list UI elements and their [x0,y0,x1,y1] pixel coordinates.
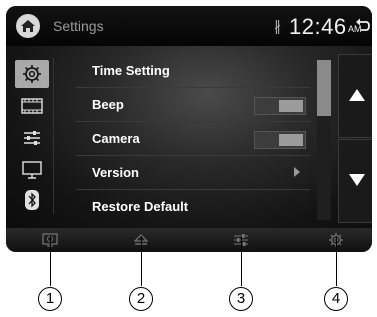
callout-number-1: 1 [38,287,62,311]
gear-icon [23,65,41,83]
menu-item-label: Restore Default [92,199,189,214]
callout-number-3: 3 [229,287,253,311]
page-title: Settings [53,18,104,34]
beep-toggle[interactable] [254,97,306,115]
arrow-up-icon [349,89,365,101]
status-bar: Settings ∦ 12:46 AM [6,6,372,46]
chevron-right-icon [294,167,300,177]
menu-item-version[interactable]: Version [76,156,310,190]
bluetooth-icon [25,190,39,210]
camera-toggle[interactable] [254,131,306,149]
menu-item-restore-default[interactable]: Restore Default [76,190,310,223]
sidebar-item-general[interactable] [15,60,49,88]
monitor-icon [22,161,42,179]
sliders-icon [24,131,40,145]
callout-number-2: 2 [129,287,153,311]
menu-item-label: Camera [92,131,140,146]
sidebar-item-bluetooth[interactable] [15,186,49,214]
scroll-down-button[interactable] [338,139,372,223]
toggle-knob [279,100,303,112]
menu-item-label: Time Setting [92,63,170,78]
scrollbar[interactable] [317,60,331,220]
callout-line-1 [50,236,51,286]
menu-item-camera[interactable]: Camera [76,122,310,156]
back-icon[interactable] [355,17,371,33]
callout-line-2 [141,236,142,286]
film-icon [21,98,43,114]
callout-line-3 [241,236,242,286]
toggle-knob [279,134,303,146]
bluetooth-status-icon: ∦ [274,18,281,34]
settings-sidebar [15,58,54,214]
home-icon [21,20,35,32]
menu-item-time-setting[interactable]: Time Setting [76,54,310,88]
menu-item-label: Beep [92,97,124,112]
menu-item-label: Version [92,165,139,180]
bottom-bar [6,228,372,252]
callout-line-4 [336,236,337,286]
sidebar-item-video[interactable] [15,92,49,120]
clock: 12:46 [289,14,347,39]
sidebar-item-display[interactable] [15,156,49,184]
home-button[interactable] [16,14,40,38]
device-screen: Settings ∦ 12:46 AM Time Setting Beep Ca… [6,6,372,252]
scroll-up-button[interactable] [338,54,372,138]
menu-item-beep[interactable]: Beep [76,88,310,122]
arrow-down-icon [349,174,365,186]
sidebar-item-audio[interactable] [15,124,49,152]
scrollbar-thumb[interactable] [317,60,331,116]
callout-number-4: 4 [324,287,348,311]
